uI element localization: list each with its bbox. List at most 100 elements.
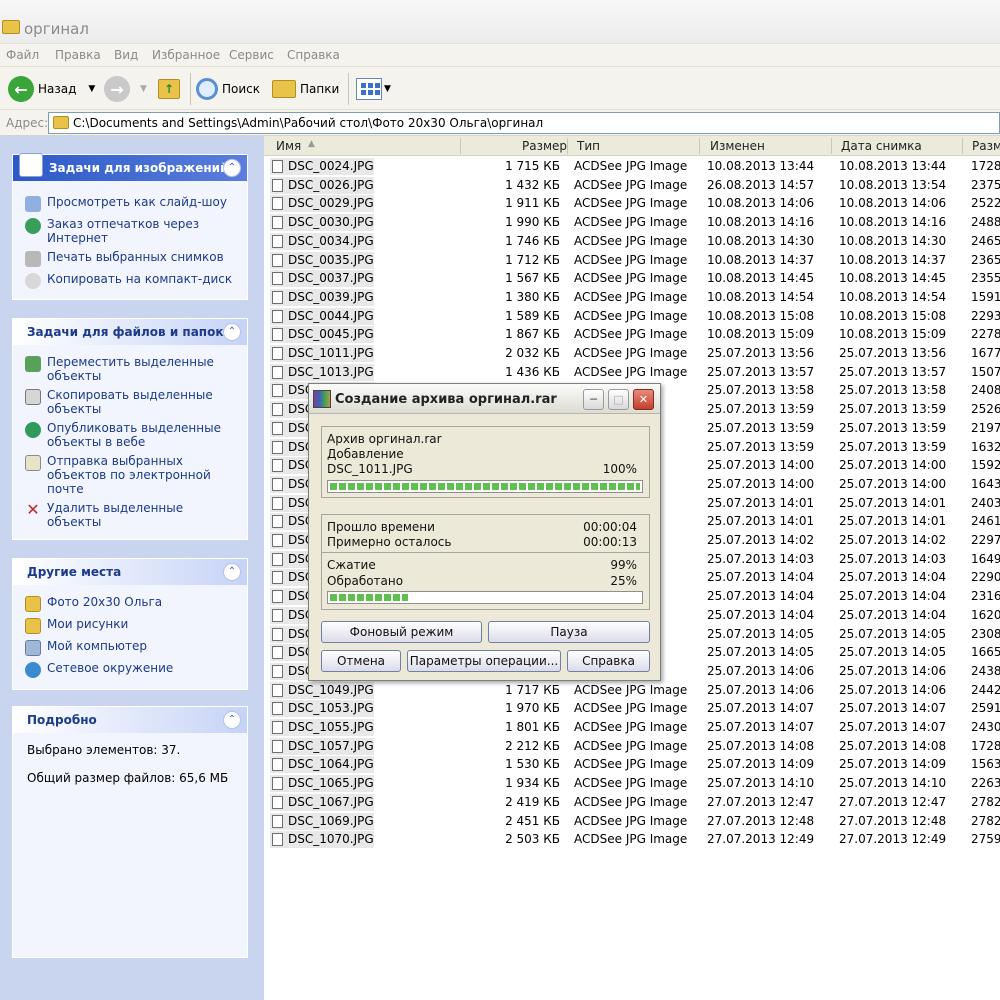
place-photo-folder[interactable]: Фото 20x30 Ольга bbox=[25, 595, 233, 612]
column-divider[interactable] bbox=[831, 138, 832, 154]
file-name: DSC_1067.JPG bbox=[270, 793, 374, 811]
column-divider[interactable] bbox=[699, 138, 700, 154]
table-row[interactable]: DSC_0045.JPG 1 867 КБ ACDSee JPG Image 10.0… bbox=[264, 325, 1000, 344]
column-divider[interactable] bbox=[567, 138, 568, 154]
place-my-computer[interactable]: Мой компьютер bbox=[25, 639, 233, 656]
jpg-file-icon bbox=[272, 814, 283, 828]
table-row[interactable]: DSC_0035.JPG 1 712 КБ ACDSee JPG Image 10.0… bbox=[264, 251, 1000, 270]
jpg-file-icon bbox=[272, 272, 283, 286]
close-icon[interactable]: ✕ bbox=[633, 389, 654, 410]
table-row[interactable]: DSC_1069.JPG 2 451 КБ ACDSee JPG Image 27.0… bbox=[264, 812, 1000, 831]
pause-button[interactable]: Пауза bbox=[488, 621, 650, 643]
file-date-taken: 27.07.2013 12:47 bbox=[839, 794, 947, 809]
up-folder-button[interactable]: ↑ bbox=[158, 75, 180, 103]
folders-button[interactable]: Папки bbox=[272, 75, 339, 103]
folder-icon bbox=[53, 116, 69, 129]
forward-button[interactable]: → ▼ bbox=[104, 75, 147, 103]
file-date-taken: 25.07.2013 13:57 bbox=[839, 364, 947, 379]
compression-value: 99% bbox=[610, 558, 637, 572]
cancel-button[interactable]: Отмена bbox=[321, 650, 401, 672]
table-row[interactable]: DSC_1064.JPG 1 530 КБ ACDSee JPG Image 25.0… bbox=[264, 755, 1000, 774]
table-row[interactable]: DSC_1070.JPG 2 503 КБ ACDSee JPG Image 27.0… bbox=[264, 830, 1000, 849]
operation-params-button[interactable]: Параметры операции... bbox=[407, 650, 561, 672]
table-row[interactable]: DSC_0037.JPG 1 567 КБ ACDSee JPG Image 10.0… bbox=[264, 269, 1000, 288]
column-divider[interactable] bbox=[962, 138, 963, 154]
address-field[interactable]: C:\Documents and Settings\Admin\Рабочий … bbox=[48, 112, 1000, 134]
views-button[interactable]: ▼ bbox=[356, 75, 391, 103]
table-row[interactable]: DSC_1055.JPG 1 801 КБ ACDSee JPG Image 25.0… bbox=[264, 718, 1000, 737]
file-tasks-header[interactable]: Задачи для файлов и папок ⌃ bbox=[13, 319, 247, 345]
back-button[interactable]: ← Назад ▼ bbox=[8, 75, 95, 103]
jpg-file-icon bbox=[272, 178, 283, 192]
collapse-icon[interactable]: ⌃ bbox=[223, 159, 241, 177]
menu-file[interactable]: Файл bbox=[6, 48, 39, 62]
task-move[interactable]: Переместить выделенные объекты bbox=[25, 355, 233, 383]
total-progress-bar bbox=[327, 591, 643, 604]
dropdown-arrow-icon[interactable]: ▼ bbox=[88, 84, 95, 94]
table-row[interactable]: DSC_0034.JPG 1 746 КБ ACDSee JPG Image 10.0… bbox=[264, 232, 1000, 251]
help-button[interactable]: Справка bbox=[567, 650, 650, 672]
file-date-taken: 25.07.2013 14:06 bbox=[839, 682, 947, 697]
file-dimensions: 2365 bbox=[971, 252, 1000, 267]
task-print[interactable]: Печать выбранных снимков bbox=[25, 250, 233, 267]
task-email[interactable]: Отправка выбранных объектов по электронн… bbox=[25, 454, 233, 496]
table-row[interactable]: DSC_0039.JPG 1 380 КБ ACDSee JPG Image 10.0… bbox=[264, 288, 1000, 307]
col-size[interactable]: Размер bbox=[522, 139, 567, 153]
file-modified: 27.07.2013 12:48 bbox=[707, 813, 815, 828]
table-row[interactable]: DSC_1053.JPG 1 970 КБ ACDSee JPG Image 25.0… bbox=[264, 699, 1000, 718]
menu-tools[interactable]: Сервис bbox=[229, 48, 274, 62]
dropdown-arrow-icon[interactable]: ▼ bbox=[140, 84, 147, 94]
task-copy-cd[interactable]: Копировать на компакт-диск bbox=[25, 272, 233, 289]
table-row[interactable]: DSC_1065.JPG 1 934 КБ ACDSee JPG Image 25.0… bbox=[264, 774, 1000, 793]
table-row[interactable]: DSC_0026.JPG 1 432 КБ ACDSee JPG Image 26.0… bbox=[264, 176, 1000, 195]
image-tasks-header[interactable]: Задачи для изображений ⌃ bbox=[13, 153, 247, 181]
toolbar-separator bbox=[190, 73, 191, 105]
maximize-icon[interactable]: □ bbox=[608, 389, 629, 410]
menu-view[interactable]: Вид bbox=[114, 48, 138, 62]
remaining-label: Примерно осталось bbox=[327, 535, 452, 549]
collapse-icon[interactable]: ⌃ bbox=[223, 323, 241, 341]
table-row[interactable]: DSC_1011.JPG 2 032 КБ ACDSee JPG Image 25.0… bbox=[264, 344, 1000, 363]
task-copy[interactable]: Скопировать выделенные объекты bbox=[25, 388, 233, 416]
task-slideshow[interactable]: Просмотреть как слайд-шоу bbox=[25, 195, 233, 212]
table-row[interactable]: DSC_1067.JPG 2 419 КБ ACDSee JPG Image 27.0… bbox=[264, 793, 1000, 812]
table-row[interactable]: DSC_1013.JPG 1 436 КБ ACDSee JPG Image 25.0… bbox=[264, 363, 1000, 382]
menu-help[interactable]: Справка bbox=[287, 48, 340, 62]
table-row[interactable]: DSC_1057.JPG 2 212 КБ ACDSee JPG Image 25.0… bbox=[264, 737, 1000, 756]
table-row[interactable]: DSC_0024.JPG 1 715 КБ ACDSee JPG Image 10.0… bbox=[264, 157, 1000, 176]
col-dimensions[interactable]: Разме bbox=[972, 139, 1000, 153]
file-date-taken: 10.08.2013 15:08 bbox=[839, 308, 947, 323]
task-publish[interactable]: Опубликовать выделенные объекты в вебе bbox=[25, 421, 233, 449]
menu-edit[interactable]: Правка bbox=[55, 48, 101, 62]
file-type: ACDSee JPG Image bbox=[574, 794, 688, 809]
menu-favorites[interactable]: Избранное bbox=[152, 48, 220, 62]
table-row[interactable]: DSC_0030.JPG 1 990 КБ ACDSee JPG Image 10.0… bbox=[264, 213, 1000, 232]
dialog-titlebar[interactable]: Создание архива оргинал.rar ─ □ ✕ bbox=[309, 384, 660, 414]
search-button[interactable]: Поиск bbox=[196, 75, 260, 103]
background-mode-button[interactable]: Фоновый режим bbox=[321, 621, 482, 643]
file-modified: 25.07.2013 14:01 bbox=[707, 514, 815, 529]
image-tasks-title: Задачи для изображений bbox=[49, 161, 229, 175]
col-modified[interactable]: Изменен bbox=[710, 139, 765, 153]
place-network[interactable]: Сетевое окружение bbox=[25, 661, 233, 678]
table-row[interactable]: DSC_1049.JPG 1 717 КБ ACDSee JPG Image 25.0… bbox=[264, 681, 1000, 700]
dropdown-arrow-icon[interactable]: ▼ bbox=[384, 84, 391, 94]
minimize-icon[interactable]: ─ bbox=[583, 389, 604, 410]
archive-dialog: Создание архива оргинал.rar ─ □ ✕ Архив … bbox=[308, 383, 661, 681]
other-places-header[interactable]: Другие места ⌃ bbox=[13, 559, 247, 585]
computer-icon bbox=[25, 640, 41, 656]
file-modified: 25.07.2013 13:58 bbox=[707, 383, 815, 398]
details-header[interactable]: Подробно ⌃ bbox=[13, 707, 247, 733]
collapse-icon[interactable]: ⌃ bbox=[223, 563, 241, 581]
printer-icon bbox=[25, 251, 41, 267]
place-my-pictures[interactable]: Мои рисунки bbox=[25, 617, 233, 634]
col-taken[interactable]: Дата снимка bbox=[841, 139, 922, 153]
task-order-prints[interactable]: Заказ отпечатков через Интернет bbox=[25, 217, 233, 245]
column-divider[interactable] bbox=[460, 138, 461, 154]
col-type[interactable]: Тип bbox=[577, 139, 600, 153]
col-name[interactable]: Имя bbox=[276, 139, 301, 153]
table-row[interactable]: DSC_0029.JPG 1 911 КБ ACDSee JPG Image 10.0… bbox=[264, 194, 1000, 213]
table-row[interactable]: DSC_0044.JPG 1 589 КБ ACDSee JPG Image 10.0… bbox=[264, 307, 1000, 326]
collapse-icon[interactable]: ⌃ bbox=[223, 711, 241, 729]
task-delete[interactable]: ✕ Удалить выделенные объекты bbox=[25, 501, 233, 529]
